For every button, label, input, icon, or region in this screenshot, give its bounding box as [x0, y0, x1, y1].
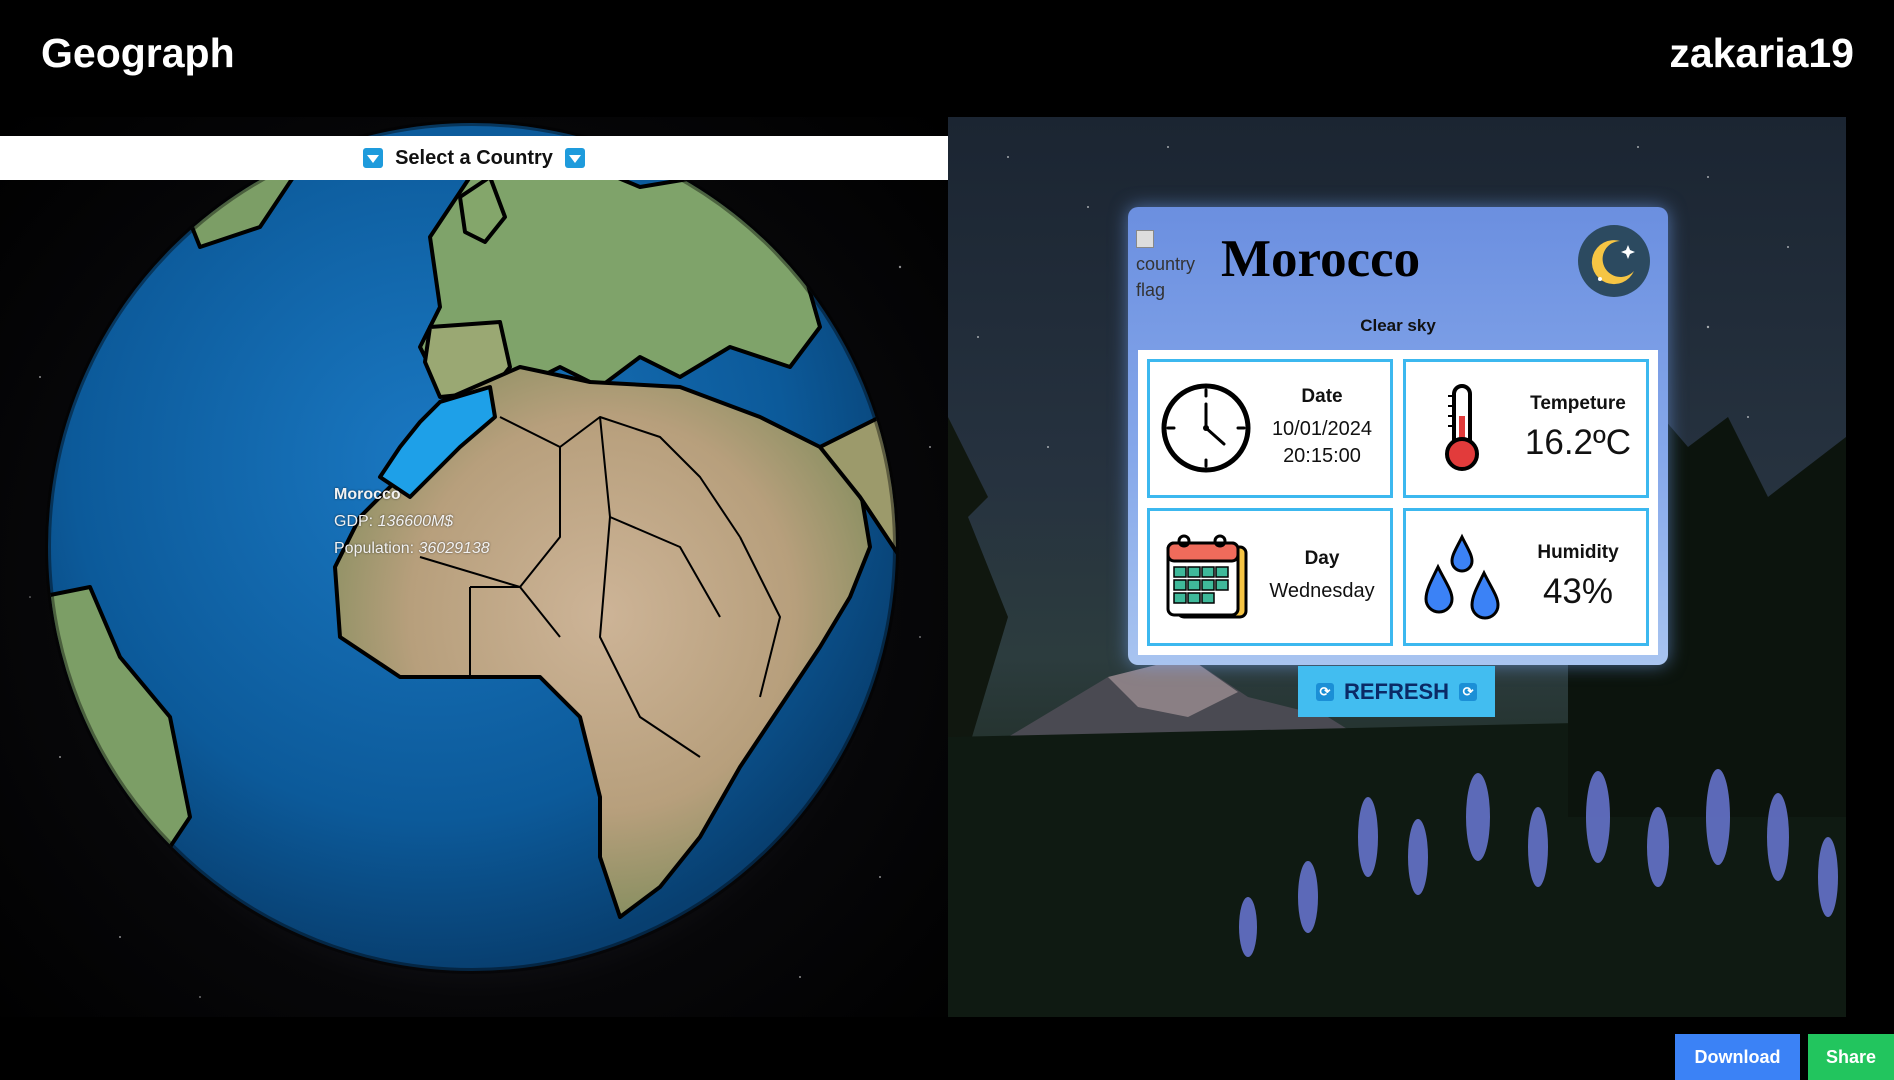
- time-value: 20:15:00: [1283, 445, 1361, 468]
- country-flag-image: country flag: [1136, 225, 1206, 303]
- dropdown-arrow-icon: [564, 148, 585, 168]
- tooltip-population-value: 36029138: [418, 540, 490, 557]
- refresh-icon: ⟳: [1459, 682, 1478, 701]
- day-label: Day: [1304, 548, 1340, 570]
- day-value: Wednesday: [1269, 580, 1375, 603]
- temperature-cell: Tempeture 16.2ºC: [1403, 359, 1649, 498]
- country-tooltip: Morocco GDP: 136600M$ Population: 360291…: [334, 481, 490, 562]
- weather-card: country flag Morocco Clear sky Date 10/0…: [1128, 207, 1668, 665]
- water-drops-icon: [1424, 533, 1500, 620]
- date-value: 10/01/2024: [1271, 418, 1373, 441]
- dropdown-arrow-icon: [363, 148, 384, 168]
- weather-panel: country flag Morocco Clear sky Date 10/0…: [948, 117, 1846, 1017]
- humidity-label: Humidity: [1537, 541, 1619, 563]
- refresh-label: REFRESH: [1343, 678, 1450, 704]
- clock-icon: [1161, 383, 1251, 473]
- country-select[interactable]: Select a Country: [0, 136, 948, 180]
- flag-alt-text: country flag: [1136, 254, 1196, 300]
- date-label: Date: [1301, 386, 1343, 408]
- share-button[interactable]: Share: [1808, 1034, 1894, 1080]
- moon-stars-icon: [1578, 225, 1650, 297]
- humidity-cell: Humidity 43%: [1403, 507, 1649, 646]
- refresh-button[interactable]: ⟳ REFRESH ⟳: [1298, 666, 1495, 717]
- username[interactable]: zakaria19: [1669, 30, 1854, 77]
- globe-panel[interactable]: Select a Country Morocco GDP: 136600M$ P…: [0, 117, 948, 1017]
- tooltip-population: Population: 36029138: [334, 535, 490, 562]
- thermometer-icon: [1445, 384, 1479, 472]
- temperature-value: 16.2ºC: [1524, 423, 1632, 463]
- globe[interactable]: [0, 117, 948, 1017]
- humidity-value: 43%: [1542, 571, 1614, 611]
- calendar-icon: [1166, 534, 1248, 619]
- tooltip-population-label: Population:: [334, 540, 415, 557]
- refresh-icon: ⟳: [1315, 682, 1334, 701]
- tooltip-gdp-label: GDP:: [334, 513, 374, 530]
- tooltip-gdp-value: 136600M$: [377, 513, 454, 530]
- date-cell: Date 10/01/2024 20:15:00: [1147, 359, 1393, 498]
- weather-info-grid: Date 10/01/2024 20:15:00 Tempeture 16.2º…: [1138, 350, 1658, 655]
- tooltip-country-name: Morocco: [334, 486, 401, 503]
- broken-image-icon: [1136, 230, 1154, 249]
- app-title: Geograph: [41, 30, 235, 76]
- country-name: Morocco: [1221, 230, 1421, 288]
- download-button[interactable]: Download: [1675, 1034, 1800, 1080]
- temperature-label: Tempeture: [1530, 393, 1626, 415]
- weather-condition: Clear sky: [1360, 316, 1436, 335]
- day-cell: Day Wednesday: [1147, 507, 1393, 646]
- tooltip-gdp: GDP: 136600M$: [334, 508, 490, 535]
- country-select-label: Select a Country: [395, 146, 553, 169]
